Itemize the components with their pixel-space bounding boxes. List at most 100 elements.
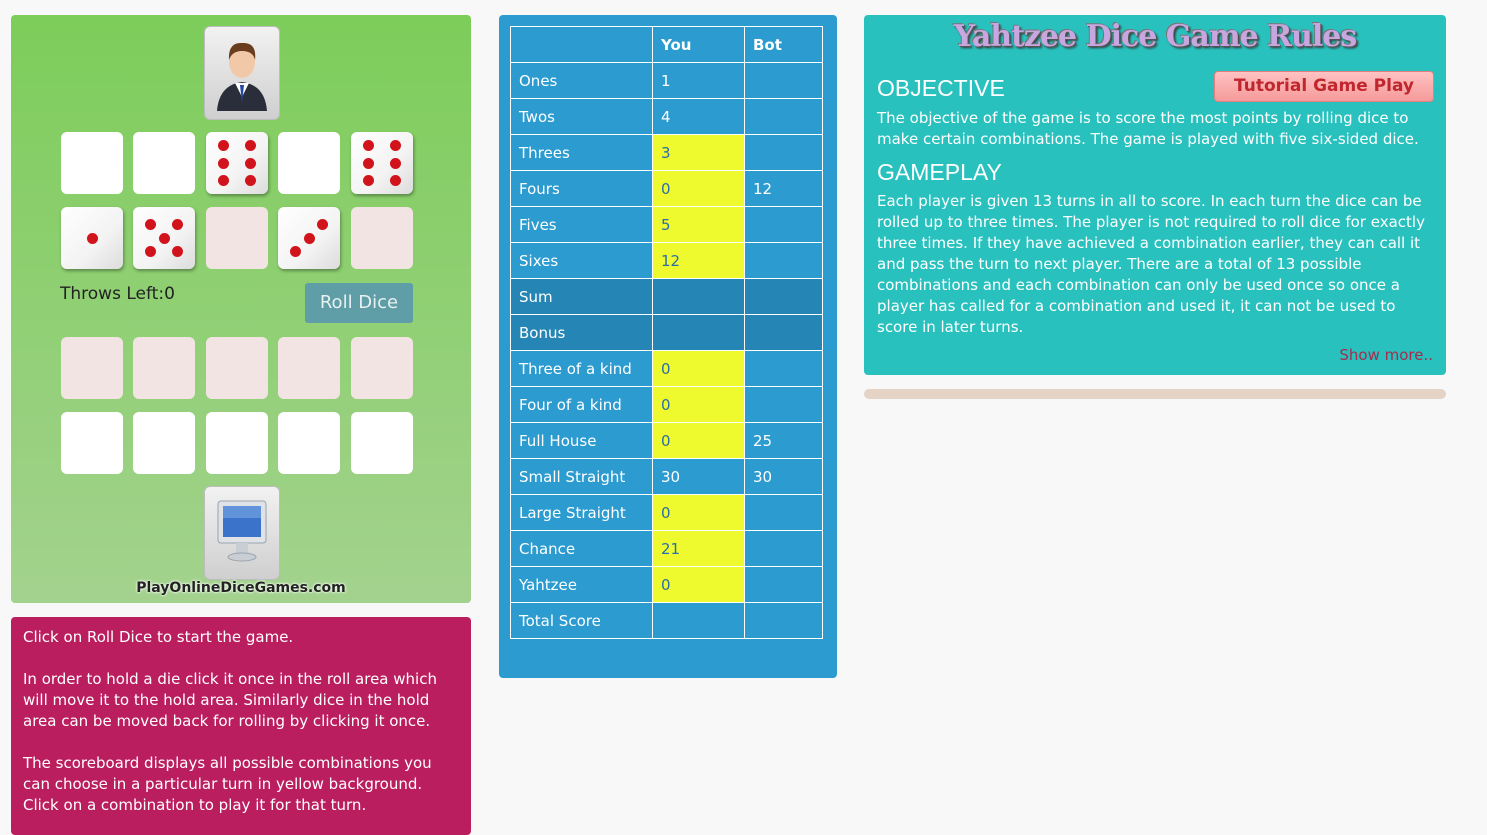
score-row: Sum [510, 278, 823, 315]
bot-hold-die-slot [278, 337, 340, 399]
player-roll-die-slot [61, 132, 123, 194]
score-row-label: Ones [510, 62, 653, 99]
roll-dice-button[interactable]: Roll Dice [305, 283, 413, 323]
score-you-cell[interactable]: 0 [652, 350, 745, 387]
instructions-paragraph: Click on Roll Dice to start the game. [23, 628, 294, 646]
score-row-label: Three of a kind [510, 350, 653, 387]
score-row-label: Small Straight [510, 458, 653, 495]
score-row[interactable]: Fives 5 [510, 206, 823, 243]
player-hold-die[interactable] [61, 207, 123, 269]
score-row: Total Score [510, 602, 823, 639]
bot-roll-die-slot [351, 412, 413, 474]
score-you-cell[interactable]: 0 [652, 494, 745, 531]
score-you-cell[interactable]: 0 [652, 422, 745, 459]
score-you-cell[interactable]: 21 [652, 530, 745, 567]
die-pip [390, 140, 402, 152]
player-roll-die[interactable] [206, 132, 268, 194]
score-bot-cell: 30 [744, 458, 823, 495]
bot-roll-die-slot [61, 412, 123, 474]
bot-avatar [204, 486, 280, 580]
die-pip [317, 218, 329, 230]
tutorial-game-play-button[interactable]: Tutorial Game Play [1214, 71, 1434, 102]
die-pip [217, 157, 229, 169]
score-row: Twos 4 [510, 98, 823, 135]
bot-hold-die-slot [351, 337, 413, 399]
die-pip [217, 174, 229, 186]
score-row-label: Four of a kind [510, 386, 653, 423]
die-pip [172, 218, 184, 230]
scoreboard-panel: You Bot Ones 1 Twos 4 Threes 3 Fours 0 12 Fives 5 S… [499, 15, 837, 678]
score-you-cell: 30 [652, 458, 745, 495]
score-row[interactable]: Three of a kind 0 [510, 350, 823, 387]
score-you-cell[interactable]: 0 [652, 566, 745, 603]
score-you-cell: 1 [652, 62, 745, 99]
player-roll-die-slot [133, 132, 195, 194]
rules-title: Yahtzee Dice Game Rules [953, 19, 1358, 54]
score-row[interactable]: Four of a kind 0 [510, 386, 823, 423]
score-row[interactable]: Large Straight 0 [510, 494, 823, 531]
score-you-cell[interactable]: 5 [652, 206, 745, 243]
score-bot-cell [744, 278, 823, 315]
instructions-paragraph: In order to hold a die click it once in … [23, 670, 437, 730]
player-avatar [204, 26, 280, 120]
score-bot-cell [744, 602, 823, 639]
score-bot-cell [744, 494, 823, 531]
score-you-cell[interactable]: 0 [652, 170, 745, 207]
score-bot-cell: 25 [744, 422, 823, 459]
score-row-label: Bonus [510, 314, 653, 351]
score-row[interactable]: Fours 0 12 [510, 170, 823, 207]
throws-left-counter: Throws Left:0 [60, 284, 175, 304]
score-you-cell: 4 [652, 98, 745, 135]
player-hold-die-slot [206, 207, 268, 269]
score-bot-cell [744, 530, 823, 567]
instructions-panel: Click on Roll Dice to start the game. In… [11, 617, 471, 835]
score-bot-cell [744, 206, 823, 243]
score-row-label: Twos [510, 98, 653, 135]
score-row[interactable]: Threes 3 [510, 134, 823, 171]
score-bot-cell [744, 134, 823, 171]
objective-text: The objective of the game is to score th… [877, 109, 1419, 148]
die-pip [144, 246, 156, 258]
score-you-cell [652, 314, 745, 351]
score-row-label: Fours [510, 170, 653, 207]
scoreboard-header-row: You Bot [510, 26, 823, 63]
score-row: Small Straight 30 30 [510, 458, 823, 495]
score-bot-cell [744, 386, 823, 423]
score-bot-cell [744, 314, 823, 351]
show-more-link[interactable]: Show more.. [1339, 346, 1433, 364]
score-row[interactable]: Yahtzee 0 [510, 566, 823, 603]
score-bot-cell [744, 242, 823, 279]
objective-heading: OBJECTIVE [877, 75, 1005, 101]
player-roll-die[interactable] [351, 132, 413, 194]
score-row[interactable]: Chance 21 [510, 530, 823, 567]
score-you-cell[interactable]: 3 [652, 134, 745, 171]
bot-hold-die-slot [133, 337, 195, 399]
score-you-cell[interactable]: 12 [652, 242, 745, 279]
bot-hold-die-slot [206, 337, 268, 399]
player-hold-die[interactable] [133, 207, 195, 269]
score-bot-cell [744, 62, 823, 99]
score-row-label: Chance [510, 530, 653, 567]
site-logo-text: PlayOnlineDiceGames.com [136, 580, 346, 596]
bot-roll-die-slot [206, 412, 268, 474]
score-row-label: Yahtzee [510, 566, 653, 603]
die-pip [362, 174, 374, 186]
gameplay-text: Each player is given 13 turns in all to … [877, 192, 1425, 336]
player-hold-die[interactable] [278, 207, 340, 269]
bot-roll-die-slot [278, 412, 340, 474]
computer-monitor-icon [217, 500, 267, 562]
score-row[interactable]: Full House 0 25 [510, 422, 823, 459]
bot-hold-die-slot [61, 337, 123, 399]
die-pip [362, 140, 374, 152]
player-hold-die-slot [351, 207, 413, 269]
score-you-cell [652, 602, 745, 639]
score-you-cell[interactable]: 0 [652, 386, 745, 423]
score-row-label: Sixes [510, 242, 653, 279]
score-row[interactable]: Sixes 12 [510, 242, 823, 279]
instructions-paragraph: The scoreboard displays all possible com… [23, 754, 432, 814]
progress-bar [864, 389, 1446, 399]
die-pip [144, 218, 156, 230]
die-pip [289, 246, 301, 258]
throws-left-value: 0 [164, 284, 175, 304]
header-bot: Bot [744, 26, 823, 63]
